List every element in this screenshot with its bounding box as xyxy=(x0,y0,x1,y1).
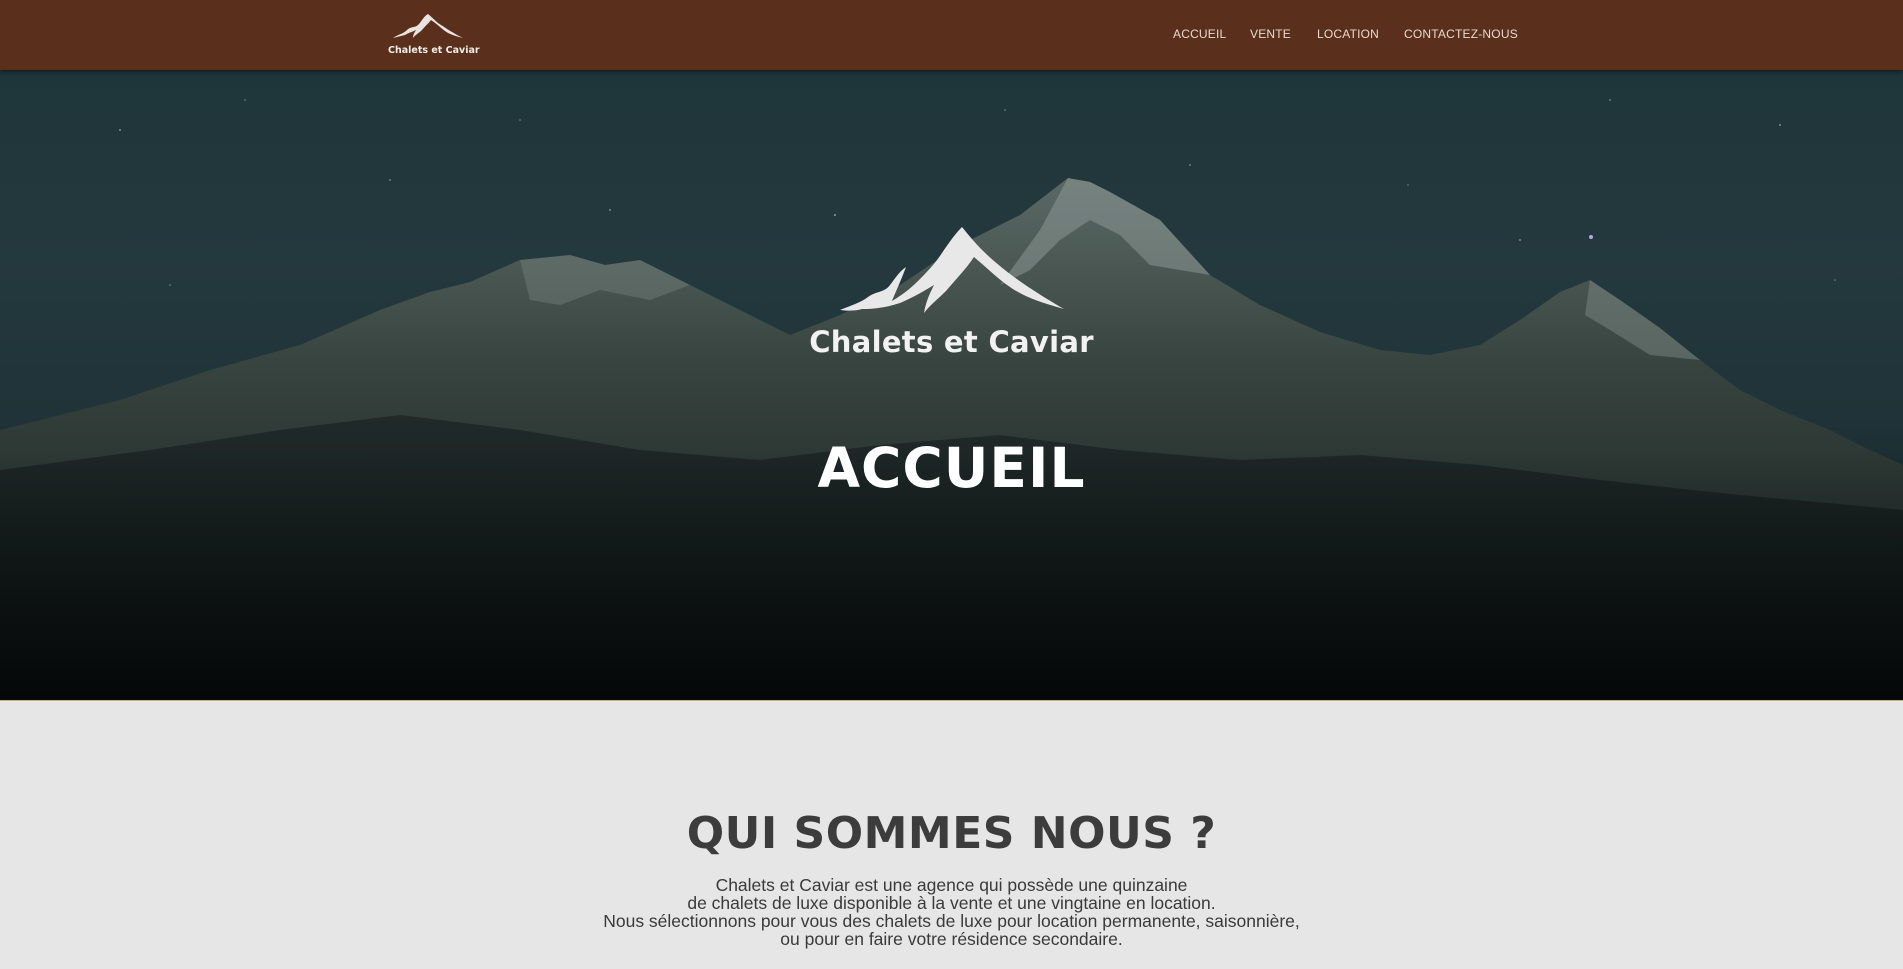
nav-item-vente[interactable]: VENTE xyxy=(1250,27,1291,41)
hero-banner: Chalets et Caviar ACCUEIL xyxy=(0,70,1903,701)
nav-item-accueil[interactable]: ACCUEIL xyxy=(1173,27,1226,41)
hero-mountain-logo-icon xyxy=(840,227,1064,313)
hero-divider xyxy=(0,700,1903,701)
about-line-4: ou pour en faire votre résidence seconda… xyxy=(780,929,1123,949)
about-line-2: de chalets de luxe disponible à la vente… xyxy=(687,893,1216,913)
brand-name: Chalets et Caviar xyxy=(388,45,480,56)
about-line-3: Nous sélectionnons pour vous des chalets… xyxy=(603,911,1300,931)
mountain-background-image xyxy=(0,99,1903,701)
nav-item-location[interactable]: LOCATION xyxy=(1317,27,1379,41)
hero-title: ACCUEIL xyxy=(817,436,1086,500)
hero-brand-name: Chalets et Caviar xyxy=(809,325,1094,359)
mountain-logo-icon xyxy=(393,14,463,38)
about-line-1: Chalets et Caviar est une agence qui pos… xyxy=(715,875,1188,895)
about-description: Chalets et Caviar est une agence qui pos… xyxy=(0,876,1903,948)
nav-item-contactez-nous[interactable]: CONTACTEZ-NOUS xyxy=(1404,27,1518,41)
about-title: QUI SOMMES NOUS ? xyxy=(686,808,1217,859)
top-navigation-bar: Chalets et Caviar ACCUEIL VENTE LOCATION… xyxy=(0,0,1903,70)
brand-logo-link[interactable]: Chalets et Caviar xyxy=(388,12,480,58)
